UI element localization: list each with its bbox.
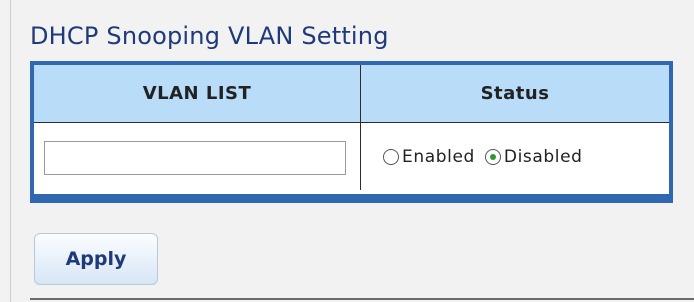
radio-enabled[interactable]: [383, 148, 399, 165]
header-status: Status: [480, 83, 550, 104]
status-disabled-option[interactable]: Disabled: [484, 146, 583, 167]
table-row: Enabled Disabled: [34, 123, 669, 190]
table-header: VLAN LIST Status: [34, 65, 669, 123]
vlan-list-input[interactable]: [44, 141, 346, 175]
status-disabled-label: Disabled: [503, 146, 583, 167]
status-enabled-option[interactable]: Enabled: [383, 147, 475, 167]
header-vlan-list: VLAN LIST: [34, 65, 361, 122]
bottom-divider: [30, 298, 694, 300]
status-cell: Enabled Disabled: [361, 123, 669, 190]
radio-disabled[interactable]: [484, 148, 501, 165]
page-title: DHCP Snooping VLAN Setting: [30, 22, 389, 50]
vlan-list-cell: [34, 123, 361, 190]
vlan-setting-table: VLAN LIST Status Enabled Disabled: [30, 61, 673, 203]
status-enabled-label: Enabled: [402, 146, 475, 167]
apply-button[interactable]: Apply: [34, 233, 158, 285]
